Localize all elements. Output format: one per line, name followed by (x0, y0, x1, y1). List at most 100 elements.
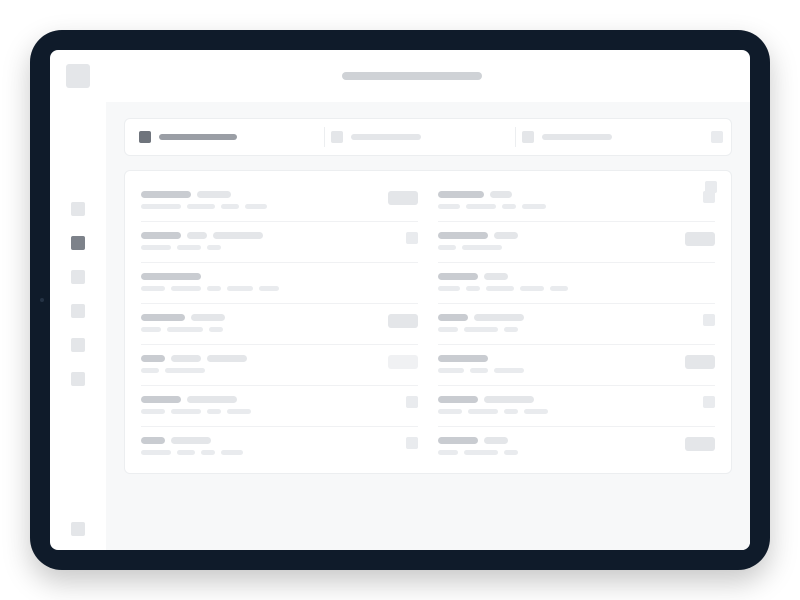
device-camera (40, 298, 44, 302)
subtitle-segment (494, 368, 524, 373)
list-item-subtitle (438, 368, 677, 373)
subtitle-segment (177, 450, 195, 455)
list-item[interactable] (438, 345, 715, 386)
list-item-text (141, 232, 380, 250)
sidebar-item-3[interactable] (71, 304, 85, 318)
list-item-subtitle (141, 245, 380, 250)
list-item[interactable] (141, 427, 418, 467)
sidebar-item-4[interactable] (71, 338, 85, 352)
sidebar-item-2[interactable] (71, 270, 85, 284)
list-item-text (141, 273, 380, 291)
list-item[interactable] (141, 304, 418, 345)
tab-1[interactable] (324, 127, 506, 147)
item-action-icon[interactable] (406, 396, 418, 408)
subtitle-segment (438, 327, 458, 332)
subtitle-segment (245, 204, 267, 209)
list-item-trailing (685, 232, 715, 246)
subtitle-segment (201, 450, 215, 455)
subtitle-segment (524, 409, 548, 414)
item-action-icon[interactable] (703, 396, 715, 408)
title-segment (171, 437, 211, 444)
tab-2-label (542, 134, 612, 140)
list-item[interactable] (438, 181, 715, 222)
list-item[interactable] (438, 263, 715, 304)
list-item[interactable] (438, 304, 715, 345)
app-logo[interactable] (66, 64, 90, 88)
list-item[interactable] (438, 386, 715, 427)
list-item-subtitle (141, 286, 380, 291)
title-segment (141, 314, 185, 321)
subtitle-segment (464, 327, 498, 332)
subtitle-segment (187, 204, 215, 209)
list-item[interactable] (141, 222, 418, 263)
list-item-title (141, 355, 380, 362)
subtitle-segment (221, 450, 243, 455)
title-segment (438, 355, 488, 362)
list-item[interactable] (141, 263, 418, 304)
subtitle-segment (504, 450, 518, 455)
content-columns (141, 181, 715, 467)
title-segment (187, 232, 207, 239)
list-item-title (141, 437, 380, 444)
title-segment (207, 355, 247, 362)
list-item-title (438, 232, 677, 239)
list-item-title (438, 273, 677, 280)
subtitle-segment (504, 409, 518, 414)
subtitle-segment (141, 368, 159, 373)
sidebar-item-0[interactable] (71, 202, 85, 216)
status-badge (685, 232, 715, 246)
list-item-subtitle (141, 327, 380, 332)
title-segment (213, 232, 263, 239)
subtitle-segment (207, 409, 221, 414)
subtitle-segment (141, 286, 165, 291)
list-item[interactable] (438, 222, 715, 263)
item-action-icon[interactable] (703, 314, 715, 326)
sidebar-item-1[interactable] (71, 236, 85, 250)
list-item-subtitle (438, 327, 677, 332)
tab-1-icon (331, 131, 343, 143)
list-item-text (438, 273, 677, 291)
status-badge (685, 355, 715, 369)
panel-action-icon[interactable] (705, 181, 717, 193)
tab-strip (124, 118, 732, 156)
tab-action-icon[interactable] (711, 131, 723, 143)
tab-2[interactable] (515, 127, 697, 147)
title-segment (141, 273, 201, 280)
status-badge (388, 355, 418, 369)
list-item[interactable] (141, 386, 418, 427)
title-segment (141, 396, 181, 403)
subtitle-segment (141, 204, 181, 209)
subtitle-segment (209, 327, 223, 332)
list-item-subtitle (438, 409, 677, 414)
list-item-subtitle (141, 409, 380, 414)
main-area (106, 102, 750, 550)
list-item-title (141, 232, 380, 239)
sidebar-footer-item[interactable] (71, 522, 85, 536)
list-item-trailing (685, 355, 715, 369)
subtitle-segment (522, 204, 546, 209)
list-item-text (438, 232, 677, 250)
subtitle-segment (207, 245, 221, 250)
list-item-text (438, 191, 677, 209)
list-item-subtitle (141, 368, 380, 373)
sidebar-item-5[interactable] (71, 372, 85, 386)
tab-0[interactable] (133, 127, 314, 147)
item-action-icon[interactable] (406, 437, 418, 449)
subtitle-segment (438, 409, 462, 414)
list-item[interactable] (141, 345, 418, 386)
list-item-title (438, 437, 677, 444)
subtitle-segment (141, 409, 165, 414)
list-item-title (141, 191, 380, 198)
list-item[interactable] (141, 181, 418, 222)
list-item-text (141, 355, 380, 373)
subtitle-segment (171, 409, 201, 414)
app-screen (50, 50, 750, 550)
list-item-title (141, 273, 380, 280)
item-action-icon[interactable] (406, 232, 418, 244)
list-item-trailing (388, 314, 418, 328)
list-item-text (141, 396, 380, 414)
subtitle-segment (165, 368, 205, 373)
subtitle-segment (462, 245, 502, 250)
list-item[interactable] (438, 427, 715, 467)
list-item-text (438, 355, 677, 373)
